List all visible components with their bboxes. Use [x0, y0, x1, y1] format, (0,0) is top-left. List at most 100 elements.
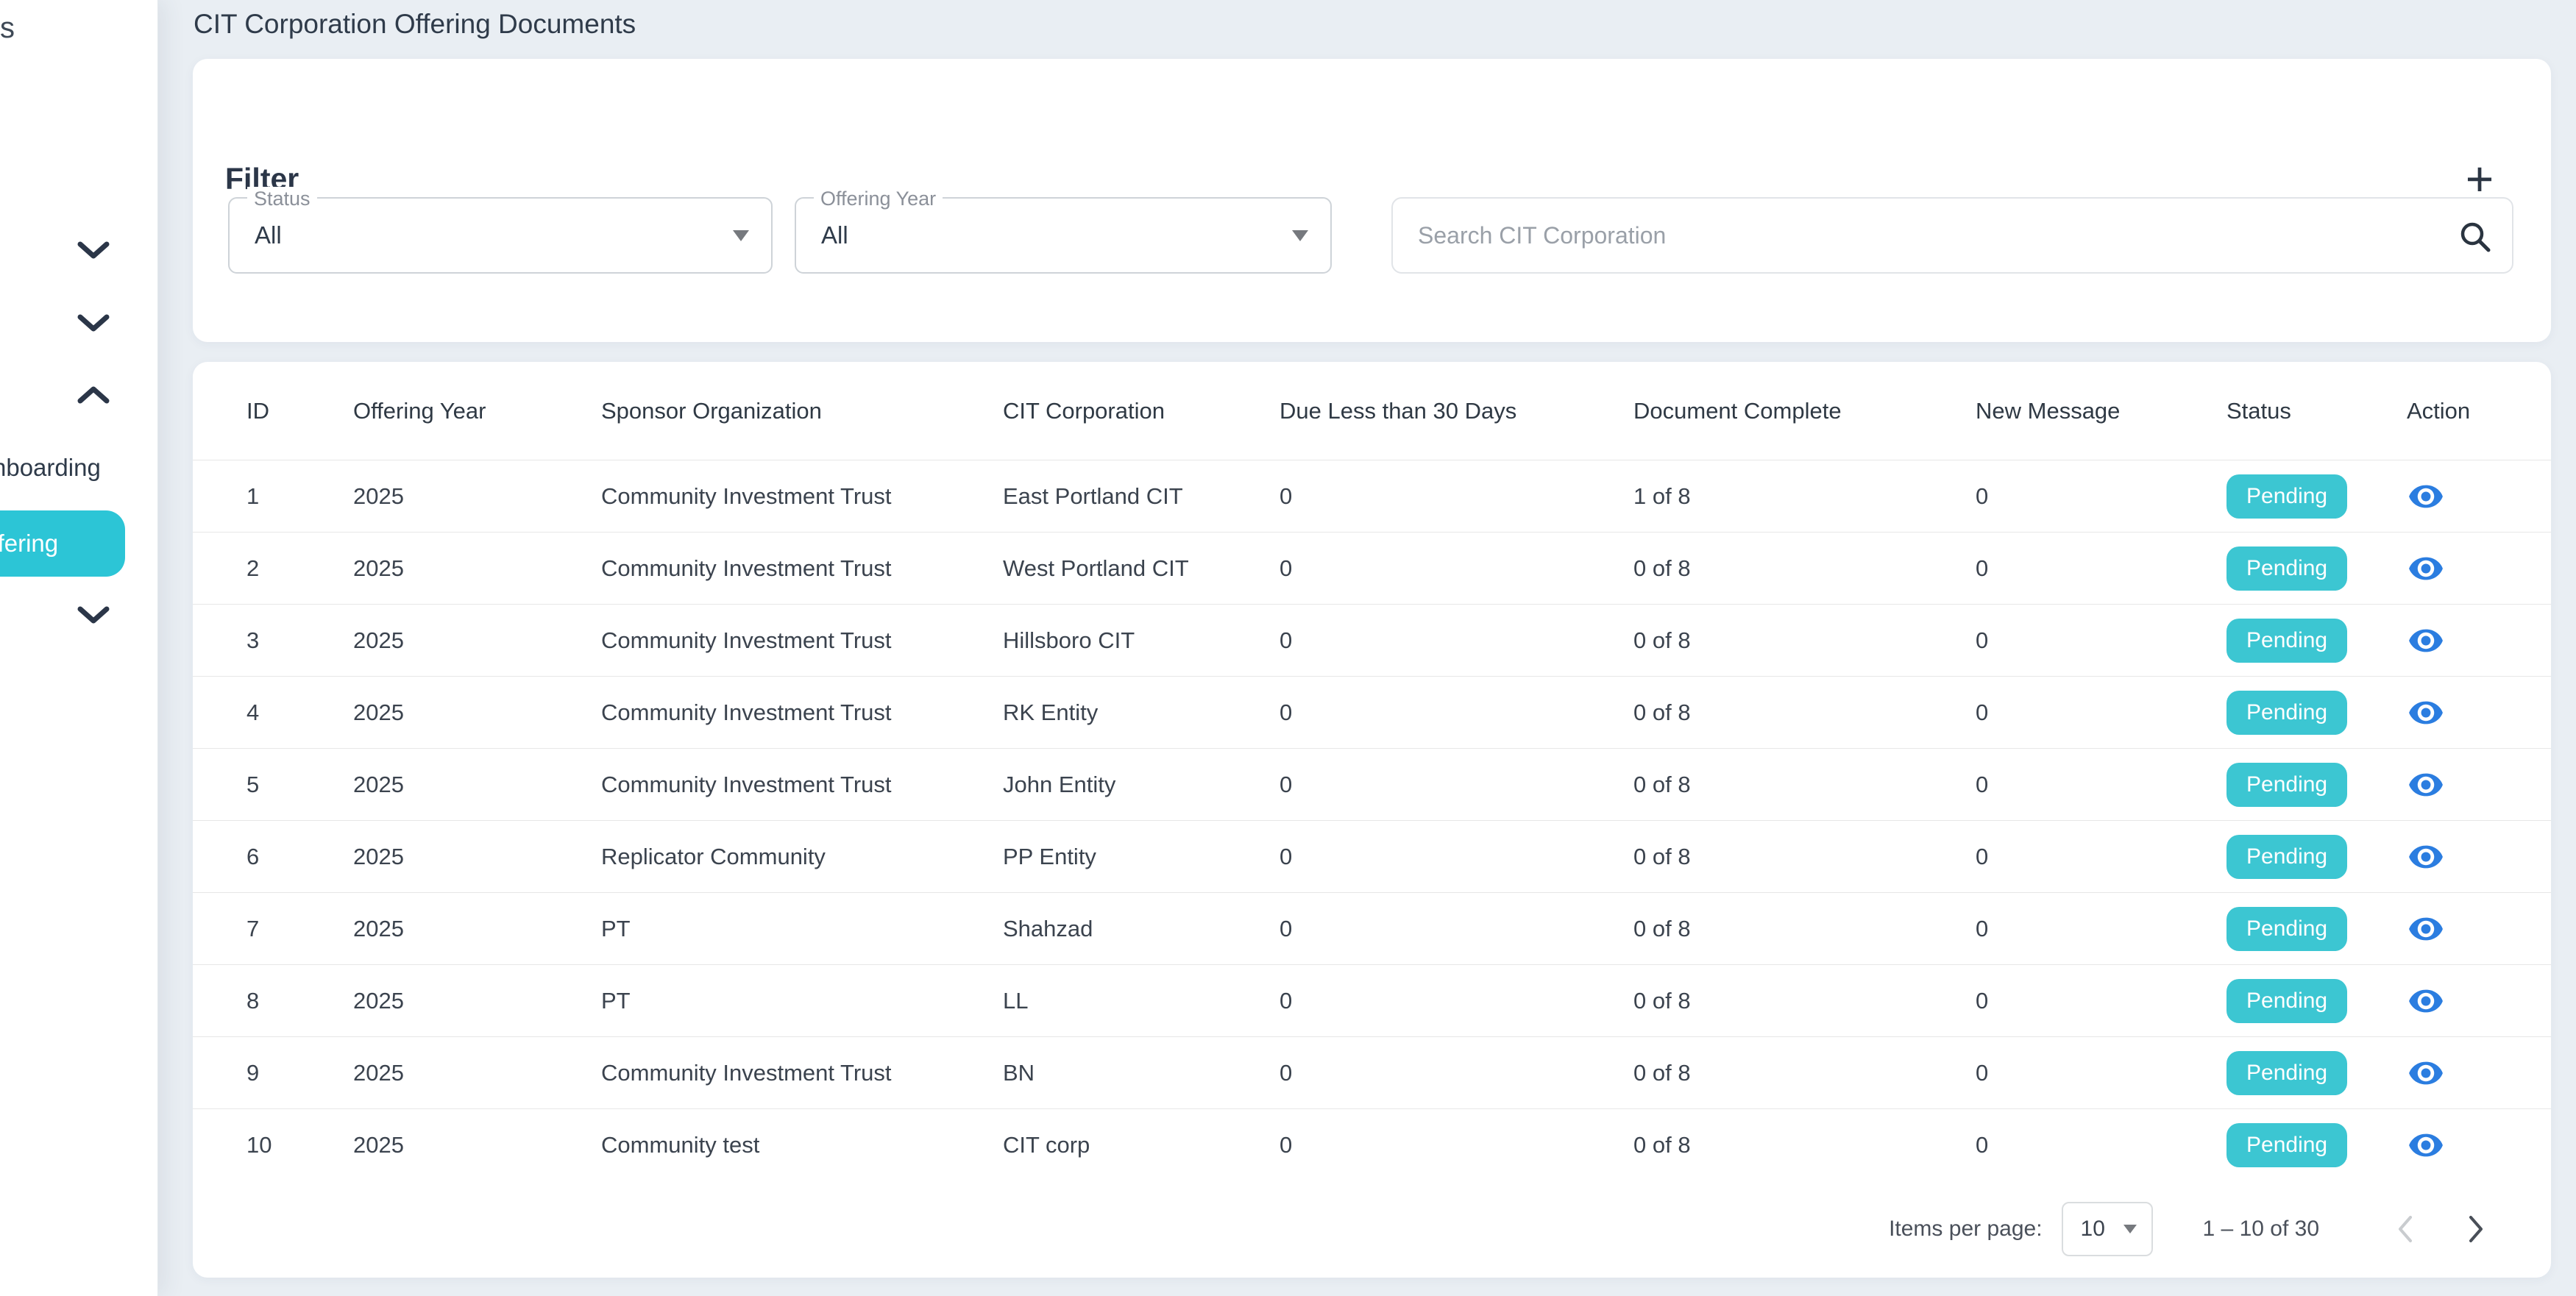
view-button[interactable]	[2407, 910, 2445, 948]
view-button[interactable]	[2407, 1126, 2445, 1164]
status-badge: Pending	[2226, 546, 2347, 591]
sidebar-item-offering-label: ffering	[0, 530, 58, 558]
plus-icon: +	[2466, 154, 2494, 203]
cell-due-less-than-30-days: 0	[1280, 483, 1633, 510]
cell-id: 9	[246, 1060, 353, 1086]
cell-due-less-than-30-days: 0	[1280, 916, 1633, 942]
view-button[interactable]	[2407, 622, 2445, 660]
table-row: 9 2025 Community Investment Trust BN 0 0…	[193, 1036, 2551, 1108]
column-header-id: ID	[246, 398, 353, 424]
column-header-document-complete: Document Complete	[1633, 398, 1976, 424]
table-row: 3 2025 Community Investment Trust Hillsb…	[193, 604, 2551, 676]
chevron-down-icon[interactable]	[77, 241, 110, 260]
view-button[interactable]	[2407, 766, 2445, 804]
cell-document-complete: 0 of 8	[1633, 844, 1976, 870]
chevron-down-icon[interactable]	[77, 605, 110, 624]
cell-sponsor-organization: Community Investment Trust	[601, 772, 1003, 798]
table-row: 7 2025 PT Shahzad 0 0 of 8 0 Pending	[193, 892, 2551, 964]
cell-document-complete: 0 of 8	[1633, 555, 1976, 582]
table-row: 2 2025 Community Investment Trust West P…	[193, 532, 2551, 604]
cell-due-less-than-30-days: 0	[1280, 844, 1633, 870]
items-per-page-select[interactable]: 10	[2062, 1202, 2153, 1256]
cell-id: 10	[246, 1132, 353, 1158]
cell-cit-corporation: PP Entity	[1003, 844, 1280, 870]
cell-id: 3	[246, 627, 353, 654]
table-body: 1 2025 Community Investment Trust East P…	[193, 460, 2551, 1181]
column-header-status: Status	[2226, 398, 2407, 424]
offering-year-select[interactable]: Offering Year All	[795, 197, 1332, 274]
cell-new-message: 0	[1976, 627, 2226, 654]
status-badge: Pending	[2226, 619, 2347, 663]
view-button[interactable]	[2407, 838, 2445, 876]
view-button[interactable]	[2407, 982, 2445, 1020]
cell-status: Pending	[2226, 691, 2407, 735]
cell-due-less-than-30-days: 0	[1280, 772, 1633, 798]
cell-document-complete: 0 of 8	[1633, 1132, 1976, 1158]
previous-page-button[interactable]	[2389, 1213, 2421, 1245]
cell-offering-year: 2025	[353, 1132, 601, 1158]
cell-id: 5	[246, 772, 353, 798]
table-row: 1 2025 Community Investment Trust East P…	[193, 460, 2551, 532]
eye-icon	[2408, 911, 2444, 947]
cell-due-less-than-30-days: 0	[1280, 1060, 1633, 1086]
sidebar-item-onboarding[interactable]: nboarding	[0, 454, 101, 482]
paginator: Items per page: 10 1 – 10 of 30	[193, 1181, 2551, 1278]
table-row: 5 2025 Community Investment Trust John E…	[193, 748, 2551, 820]
search-icon[interactable]	[2458, 219, 2493, 254]
view-button[interactable]	[2407, 477, 2445, 516]
sidebar-item-offering-active[interactable]: ffering	[0, 510, 125, 577]
cell-sponsor-organization: Community test	[601, 1132, 1003, 1158]
cell-action	[2407, 982, 2533, 1020]
status-select[interactable]: Status All	[228, 197, 773, 274]
view-button[interactable]	[2407, 1054, 2445, 1092]
status-badge: Pending	[2226, 1123, 2347, 1167]
table-row: 8 2025 PT LL 0 0 of 8 0 Pending	[193, 964, 2551, 1036]
cell-due-less-than-30-days: 0	[1280, 1132, 1633, 1158]
search-input[interactable]	[1418, 199, 2433, 272]
cell-status: Pending	[2226, 619, 2407, 663]
cell-status: Pending	[2226, 907, 2407, 951]
eye-icon	[2408, 1055, 2444, 1092]
cell-offering-year: 2025	[353, 627, 601, 654]
items-per-page-label: Items per page:	[1889, 1217, 2042, 1242]
cell-id: 1	[246, 483, 353, 510]
eye-icon	[2408, 766, 2444, 803]
view-button[interactable]	[2407, 549, 2445, 588]
dropdown-arrow-icon	[1292, 230, 1308, 241]
cell-sponsor-organization: Community Investment Trust	[601, 555, 1003, 582]
cell-cit-corporation: BN	[1003, 1060, 1280, 1086]
cell-offering-year: 2025	[353, 1060, 601, 1086]
cell-offering-year: 2025	[353, 844, 601, 870]
cell-offering-year: 2025	[353, 699, 601, 726]
cell-new-message: 0	[1976, 988, 2226, 1014]
search-box	[1391, 197, 2513, 274]
table-row: 4 2025 Community Investment Trust RK Ent…	[193, 676, 2551, 748]
dropdown-arrow-icon	[733, 230, 749, 241]
cell-sponsor-organization: Community Investment Trust	[601, 1060, 1003, 1086]
cell-cit-corporation: Hillsboro CIT	[1003, 627, 1280, 654]
next-page-button[interactable]	[2460, 1213, 2492, 1245]
cell-status: Pending	[2226, 1051, 2407, 1095]
table-row: 10 2025 Community test CIT corp 0 0 of 8…	[193, 1108, 2551, 1181]
cell-new-message: 0	[1976, 844, 2226, 870]
cell-action	[2407, 838, 2533, 876]
eye-icon	[2408, 839, 2444, 875]
cell-action	[2407, 477, 2533, 516]
cell-action	[2407, 1126, 2533, 1164]
chevron-down-icon[interactable]	[77, 313, 110, 332]
eye-icon	[2408, 622, 2444, 659]
dropdown-arrow-icon	[2123, 1225, 2137, 1233]
cell-document-complete: 0 of 8	[1633, 772, 1976, 798]
chevron-up-icon[interactable]	[77, 385, 110, 405]
column-header-action: Action	[2407, 398, 2533, 424]
cell-id: 2	[246, 555, 353, 582]
view-button[interactable]	[2407, 694, 2445, 732]
cell-sponsor-organization: Community Investment Trust	[601, 483, 1003, 510]
status-badge: Pending	[2226, 835, 2347, 879]
cell-sponsor-organization: Community Investment Trust	[601, 627, 1003, 654]
page-range-label: 1 – 10 of 30	[2203, 1217, 2319, 1242]
cell-status: Pending	[2226, 835, 2407, 879]
cell-status: Pending	[2226, 474, 2407, 519]
cell-document-complete: 0 of 8	[1633, 1060, 1976, 1086]
cell-cit-corporation: West Portland CIT	[1003, 555, 1280, 582]
